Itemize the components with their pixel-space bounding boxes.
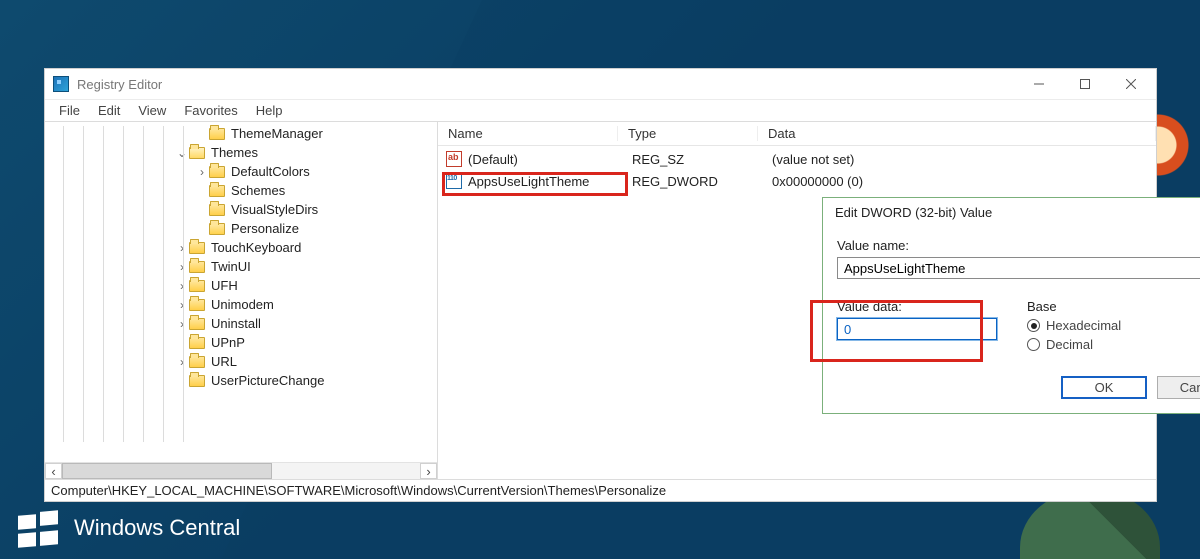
registry-editor-window: Registry Editor File Edit View Favorites… [44,68,1157,502]
value-data-label: Value data: [837,299,997,314]
folder-icon [189,280,205,292]
radio-hexadecimal[interactable]: Hexadecimal [1027,318,1121,333]
values-panel[interactable]: Name Type Data (Default)REG_SZ(value not… [438,122,1156,479]
folder-icon [209,128,225,140]
folder-icon [189,147,205,159]
radio-dot-icon [1027,319,1040,332]
menu-bar: File Edit View Favorites Help [45,99,1156,121]
radio-dot-icon [1027,338,1040,351]
folder-icon [189,318,205,330]
dialog-title: Edit DWORD (32-bit) Value [835,205,1200,220]
value-data-field[interactable] [837,318,997,340]
menu-file[interactable]: File [51,101,88,120]
value-data: (value not set) [766,152,1156,167]
ok-button[interactable]: OK [1061,376,1147,399]
value-type: REG_SZ [626,152,766,167]
menu-view[interactable]: View [130,101,174,120]
folder-icon [189,375,205,387]
value-data: 0x00000000 (0) [766,174,1156,189]
title-bar[interactable]: Registry Editor [45,69,1156,99]
window-title: Registry Editor [77,77,1016,92]
scroll-thumb[interactable] [62,463,272,479]
address-path-field[interactable] [45,480,1156,501]
status-bar [45,479,1156,501]
menu-help[interactable]: Help [248,101,291,120]
tree-panel[interactable]: ThemeManager⌄Themes›DefaultColorsSchemes… [45,122,438,479]
folder-icon [209,223,225,235]
dword-value-icon [446,173,462,189]
edit-dword-dialog: Edit DWORD (32-bit) Value Value name: Va… [822,197,1200,414]
folder-icon [209,166,225,178]
folder-icon [209,204,225,216]
col-data[interactable]: Data [758,126,1156,141]
folder-icon [189,299,205,311]
folder-icon [189,337,205,349]
menu-favorites[interactable]: Favorites [176,101,245,120]
site-watermark: Windows Central [18,507,240,549]
app-icon [53,76,69,92]
folder-icon [189,242,205,254]
value-type: REG_DWORD [626,174,766,189]
value-row[interactable]: AppsUseLightThemeREG_DWORD0x00000000 (0) [438,170,1156,192]
cancel-button[interactable]: Cancel [1157,376,1200,399]
minimize-button[interactable] [1016,69,1062,99]
tree-horizontal-scrollbar[interactable]: ‹ › [45,462,437,479]
value-name: (Default) [468,152,626,167]
folder-icon [189,356,205,368]
radio-decimal[interactable]: Decimal [1027,337,1121,352]
string-value-icon [446,151,462,167]
value-name: AppsUseLightTheme [468,174,626,189]
dialog-title-bar[interactable]: Edit DWORD (32-bit) Value [823,198,1200,226]
maximize-button[interactable] [1062,69,1108,99]
value-row[interactable]: (Default)REG_SZ(value not set) [438,148,1156,170]
site-name: Windows Central [74,515,240,541]
base-group-label: Base [1027,299,1121,314]
value-name-field[interactable] [837,257,1200,279]
scroll-right-button[interactable]: › [420,463,437,479]
folder-icon [189,261,205,273]
value-name-label: Value name: [837,238,1200,253]
col-name[interactable]: Name [438,126,618,141]
menu-edit[interactable]: Edit [90,101,128,120]
folder-icon [209,185,225,197]
column-headers[interactable]: Name Type Data [438,122,1156,146]
close-button[interactable] [1108,69,1154,99]
col-type[interactable]: Type [618,126,758,141]
windows-logo-icon [18,507,60,549]
scroll-left-button[interactable]: ‹ [45,463,62,479]
